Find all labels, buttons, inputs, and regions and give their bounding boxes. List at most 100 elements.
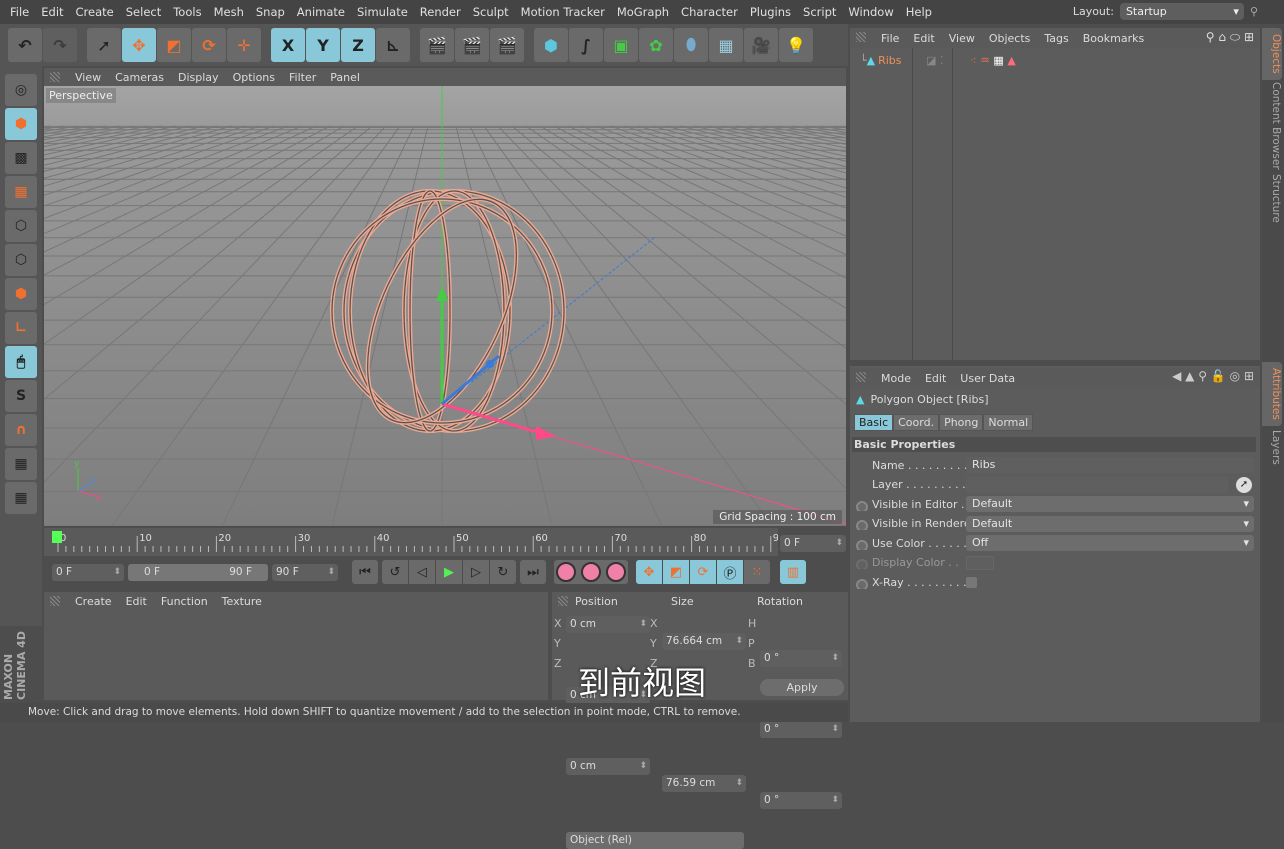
select-tool-icon[interactable]: ➚ bbox=[87, 28, 121, 62]
menu-mograph[interactable]: MoGraph bbox=[611, 5, 675, 19]
home-icon[interactable]: ⌂ bbox=[1218, 30, 1226, 44]
object-menu-view[interactable]: View bbox=[942, 32, 982, 45]
tags-icons[interactable]: ⁖ ♒ ▦ ▲ bbox=[970, 54, 1016, 67]
z-handle-dot[interactable] bbox=[486, 360, 494, 368]
p-field-z[interactable]: 0 cm bbox=[566, 758, 650, 775]
y-axis-lock-button[interactable]: Y bbox=[306, 28, 340, 62]
menu-plugins[interactable]: Plugins bbox=[744, 5, 797, 19]
start-frame-field[interactable]: 0 F bbox=[52, 563, 124, 581]
attribute-menu-user-data[interactable]: User Data bbox=[953, 372, 1022, 385]
side-tab-layers[interactable]: Layers bbox=[1262, 424, 1282, 471]
menu-character[interactable]: Character bbox=[675, 5, 744, 19]
edges-mode-icon[interactable]: ⬡ bbox=[5, 244, 37, 276]
subdivision-icon[interactable]: ▣ bbox=[604, 28, 638, 62]
current-frame-field[interactable]: 0 F bbox=[780, 535, 846, 552]
apply-button[interactable]: Apply bbox=[760, 679, 844, 696]
playhead[interactable] bbox=[52, 531, 62, 543]
menu-help[interactable]: Help bbox=[900, 5, 938, 19]
record-keys-icon[interactable] bbox=[556, 562, 576, 582]
new-window-icon[interactable]: ⊞ bbox=[1244, 369, 1254, 383]
side-tab-objects[interactable]: Objects bbox=[1262, 28, 1282, 80]
end-frame-field[interactable]: 90 F bbox=[272, 563, 338, 581]
key-position-icon[interactable]: ✥ bbox=[636, 560, 662, 584]
vertex-tag-icon[interactable]: ♒ bbox=[980, 54, 990, 67]
menu-edit[interactable]: Edit bbox=[35, 5, 69, 19]
menu-file[interactable]: File bbox=[4, 5, 35, 19]
rot-field-x[interactable]: 0 ° bbox=[760, 650, 842, 667]
menu-sculpt[interactable]: Sculpt bbox=[467, 5, 515, 19]
menu-mesh[interactable]: Mesh bbox=[208, 5, 250, 19]
animation-radio-icon[interactable] bbox=[856, 539, 868, 550]
tweak-mode-icon[interactable]: 🖱 bbox=[5, 346, 37, 378]
size-field-x[interactable]: 76.664 cm bbox=[662, 633, 746, 650]
rot-field-y[interactable]: 0 ° bbox=[760, 721, 842, 738]
redo-icon[interactable]: ↷ bbox=[43, 28, 77, 62]
magnet-icon[interactable]: ∩ bbox=[5, 414, 37, 446]
timeline-window-icon[interactable]: ▥ bbox=[780, 560, 806, 584]
viewport-menu-display[interactable]: Display bbox=[171, 71, 226, 84]
menu-simulate[interactable]: Simulate bbox=[351, 5, 414, 19]
play-icon[interactable]: ▶ bbox=[436, 560, 462, 584]
camera-icon[interactable]: 🎥 bbox=[744, 28, 778, 62]
viewport-menu-view[interactable]: View bbox=[68, 71, 108, 84]
animation-radio-icon[interactable] bbox=[856, 520, 868, 530]
side-tab-structure[interactable]: Structure bbox=[1262, 168, 1282, 229]
side-tab-attributes[interactable]: Attributes bbox=[1262, 362, 1282, 426]
sculpt-tag-icon[interactable]: ⁖ bbox=[970, 54, 976, 67]
color-swatch[interactable] bbox=[966, 555, 994, 570]
coordinate-mode-dropdown[interactable]: Object (Rel) bbox=[566, 832, 744, 849]
object-menu-edit[interactable]: Edit bbox=[906, 32, 941, 45]
light-icon[interactable]: 💡 bbox=[779, 28, 813, 62]
object-name[interactable]: Ribs bbox=[878, 54, 916, 67]
menu-create[interactable]: Create bbox=[70, 5, 120, 19]
search-icon[interactable]: ⚲ bbox=[1206, 30, 1215, 44]
rotate-tool-icon[interactable]: ⟳ bbox=[192, 28, 226, 62]
layer-pick-icon[interactable]: ➚ bbox=[1236, 476, 1252, 493]
menu-snap[interactable]: Snap bbox=[250, 5, 291, 19]
rot-field-z[interactable]: 0 ° bbox=[760, 792, 842, 809]
lock-workplane-icon[interactable]: ▦ bbox=[5, 448, 37, 480]
texture-tag-icon[interactable]: ▦ bbox=[993, 54, 1003, 67]
back-arrow-icon[interactable]: ◀ bbox=[1172, 369, 1181, 383]
key-scale-icon[interactable]: ◩ bbox=[663, 560, 689, 584]
material-menu-texture[interactable]: Texture bbox=[215, 595, 269, 608]
render-view-icon[interactable]: 🎬 bbox=[420, 28, 454, 62]
x-axis-lock-button[interactable]: X bbox=[271, 28, 305, 62]
menu-select[interactable]: Select bbox=[120, 5, 167, 19]
object-menu-file[interactable]: File bbox=[874, 32, 906, 45]
key-pla-icon[interactable]: ⁙ bbox=[744, 560, 770, 584]
go-to-start-icon[interactable]: ⏮ bbox=[352, 560, 378, 584]
previous-key-icon[interactable]: ↺ bbox=[382, 560, 408, 584]
previous-frame-icon[interactable]: ◁ bbox=[409, 560, 435, 584]
autokey-icon[interactable] bbox=[581, 562, 601, 582]
scale-tool-icon[interactable]: ◩ bbox=[157, 28, 191, 62]
points-mode-icon[interactable]: ⬡ bbox=[5, 210, 37, 242]
go-to-end-icon[interactable]: ⏭ bbox=[520, 560, 546, 584]
animation-radio-icon[interactable] bbox=[856, 500, 868, 511]
search-icon[interactable]: ⚲ bbox=[1198, 369, 1207, 383]
tab-phong[interactable]: Phong bbox=[939, 414, 984, 431]
viewport-menu-cameras[interactable]: Cameras bbox=[108, 71, 171, 84]
object-menu-tags[interactable]: Tags bbox=[1037, 32, 1075, 45]
move-tool-icon[interactable]: ✥ bbox=[122, 28, 156, 62]
attribute-menu-mode[interactable]: Mode bbox=[874, 372, 918, 385]
tab-normal[interactable]: Normal bbox=[983, 414, 1034, 431]
timeline-ruler[interactable]: 0102030405060708090 bbox=[44, 528, 786, 556]
make-editable-icon[interactable]: ◎ bbox=[5, 74, 37, 106]
dropdown-visible-in-editor[interactable]: Default bbox=[966, 496, 1254, 512]
viewport-menu-panel[interactable]: Panel bbox=[323, 71, 367, 84]
snap-icon[interactable]: S bbox=[5, 380, 37, 412]
workplane-icon[interactable]: ▦ bbox=[5, 176, 37, 208]
menu-tools[interactable]: Tools bbox=[167, 5, 207, 19]
spline-pen-icon[interactable]: ∫ bbox=[569, 28, 603, 62]
recent-tool-icon[interactable]: ✛ bbox=[227, 28, 261, 62]
material-menu-function[interactable]: Function bbox=[154, 595, 215, 608]
field-value-layer[interactable] bbox=[966, 476, 1228, 493]
cloner-icon[interactable]: ✿ bbox=[639, 28, 673, 62]
visibility-dots-icon[interactable]: ◪ ⁚ bbox=[926, 54, 966, 67]
model-mode-icon[interactable]: ⬢ bbox=[5, 108, 37, 140]
planar-workplane-icon[interactable]: ▦ bbox=[5, 482, 37, 514]
object-menu-objects[interactable]: Objects bbox=[982, 32, 1038, 45]
render-settings-icon[interactable]: 🎬 bbox=[490, 28, 524, 62]
up-arrow-icon[interactable]: ▲ bbox=[1185, 369, 1194, 383]
